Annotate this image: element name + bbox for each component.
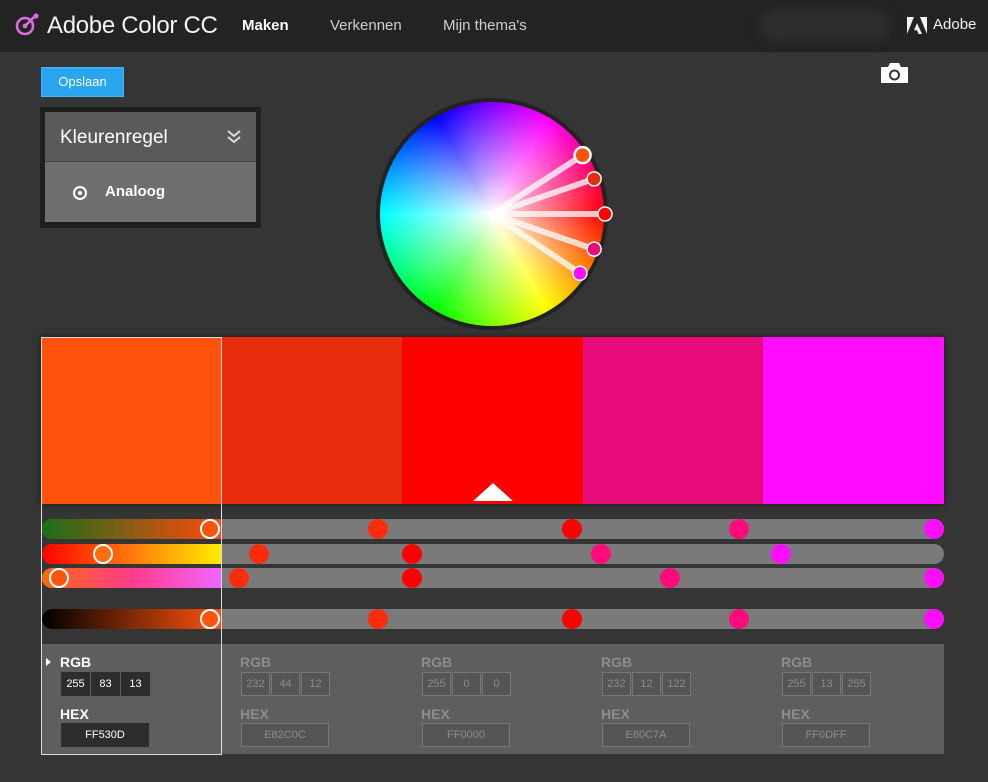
rgb-b-field[interactable]: 0 xyxy=(482,672,511,696)
slider-handle[interactable] xyxy=(660,568,680,588)
slider-fill-1 xyxy=(42,519,222,539)
slider-handle[interactable] xyxy=(368,609,388,629)
rgb-r-field[interactable]: 255 xyxy=(782,672,811,696)
slider-handle[interactable] xyxy=(729,609,749,629)
color-values-column: RGB 255 0 0 HEX FF0000 xyxy=(402,644,582,754)
rgb-label: RGB xyxy=(601,654,633,670)
radio-selected-icon[interactable] xyxy=(73,186,87,200)
rgb-label: RGB xyxy=(60,654,92,670)
hex-field[interactable]: FF0DFF xyxy=(782,723,870,747)
hex-label: HEX xyxy=(781,706,810,722)
hex-field[interactable]: FF530D xyxy=(61,723,149,747)
color-rule-panel: Kleurenregel Analoog xyxy=(40,107,261,228)
hex-field[interactable]: FF0000 xyxy=(422,723,510,747)
top-bar: Adobe Color CC Maken Verkennen Mijn them… xyxy=(0,0,988,52)
rgb-b-field[interactable]: 13 xyxy=(121,672,150,696)
wheel-handle[interactable] xyxy=(586,241,602,257)
color-rule-option-label: Analoog xyxy=(105,183,165,200)
swatch[interactable] xyxy=(402,337,583,504)
swatch[interactable] xyxy=(763,337,944,504)
hex-label: HEX xyxy=(60,706,89,722)
swatch[interactable] xyxy=(582,337,764,504)
slider-track-3[interactable] xyxy=(42,568,944,588)
slider-handle[interactable] xyxy=(591,544,611,564)
wheel-handle-line xyxy=(489,211,583,277)
rgb-g-field[interactable]: 83 xyxy=(91,672,120,696)
slider-handle[interactable] xyxy=(924,519,944,539)
user-account-menu[interactable] xyxy=(760,10,890,42)
slider-handle[interactable] xyxy=(200,519,220,539)
slider-handle[interactable] xyxy=(200,609,220,629)
slider-handle[interactable] xyxy=(924,568,944,588)
slider-track-brightness[interactable] xyxy=(42,609,944,629)
nav-verkennen[interactable]: Verkennen xyxy=(330,17,402,34)
wheel-handle[interactable] xyxy=(586,171,602,187)
swatch[interactable] xyxy=(221,337,403,504)
color-values-panel: RGB 255 83 13 HEX FF530D RGB 232 44 12 H… xyxy=(41,644,944,754)
slider-handle[interactable] xyxy=(229,568,249,588)
slider-fill-brightness xyxy=(42,609,222,629)
rgb-b-field[interactable]: 255 xyxy=(842,672,871,696)
wheel-handle[interactable] xyxy=(573,145,592,165)
slider-handle[interactable] xyxy=(402,544,422,564)
app-title[interactable]: Adobe Color CC xyxy=(47,12,218,40)
slider-handle[interactable] xyxy=(49,568,69,588)
rgb-label: RGB xyxy=(240,654,272,670)
slider-fill-2 xyxy=(42,544,222,564)
color-rule-title: Kleurenregel xyxy=(60,127,168,148)
slider-handle[interactable] xyxy=(562,519,582,539)
color-rule-option-analoog[interactable]: Analoog xyxy=(45,162,256,222)
rgb-r-field[interactable]: 255 xyxy=(422,672,451,696)
theme-swatches xyxy=(41,337,944,504)
slider-handle[interactable] xyxy=(562,609,582,629)
color-values-column: RGB 232 12 122 HEX E80C7A xyxy=(582,644,762,754)
chevron-double-down-icon[interactable] xyxy=(226,128,242,144)
expand-arrow-icon[interactable] xyxy=(46,658,51,666)
slider-handle[interactable] xyxy=(249,544,269,564)
hex-label: HEX xyxy=(240,706,269,722)
rgb-g-field[interactable]: 0 xyxy=(452,672,481,696)
color-values-column: RGB 255 83 13 HEX FF530D xyxy=(41,644,221,754)
hex-label: HEX xyxy=(601,706,630,722)
slider-handle[interactable] xyxy=(924,609,944,629)
slider-handle[interactable] xyxy=(93,544,113,564)
rgb-g-field[interactable]: 13 xyxy=(812,672,841,696)
rgb-r-field[interactable]: 232 xyxy=(602,672,631,696)
slider-track-1[interactable] xyxy=(42,519,944,539)
adobe-color-logo-icon[interactable] xyxy=(14,12,40,38)
hex-field[interactable]: E82C0C xyxy=(241,723,329,747)
save-button[interactable]: Opslaan xyxy=(41,67,124,97)
base-color-pointer-icon xyxy=(473,483,513,501)
rgb-g-field[interactable]: 12 xyxy=(632,672,661,696)
slider-track-2[interactable] xyxy=(42,544,944,564)
wheel-handle-line xyxy=(489,211,598,253)
hex-field[interactable]: E80C7A xyxy=(602,723,690,747)
rgb-b-field[interactable]: 122 xyxy=(662,672,691,696)
rgb-b-field[interactable]: 12 xyxy=(301,672,330,696)
color-rule-header[interactable]: Kleurenregel xyxy=(45,112,256,162)
color-values-column: RGB 232 44 12 HEX E82C0C xyxy=(221,644,401,754)
adobe-brand-label[interactable]: Adobe xyxy=(933,16,976,33)
rgb-r-field[interactable]: 232 xyxy=(241,672,270,696)
adobe-logo-icon xyxy=(907,17,927,34)
rgb-r-field[interactable]: 255 xyxy=(61,672,90,696)
rgb-label: RGB xyxy=(781,654,813,670)
rgb-label: RGB xyxy=(421,654,453,670)
nav-mijn-themas[interactable]: Mijn thema's xyxy=(443,17,527,34)
slider-handle[interactable] xyxy=(771,544,791,564)
wheel-handle[interactable] xyxy=(597,206,613,222)
slider-fill-3 xyxy=(42,568,222,588)
nav-maken[interactable]: Maken xyxy=(242,17,289,34)
swatch[interactable] xyxy=(41,337,222,504)
slider-handle[interactable] xyxy=(402,568,422,588)
wheel-handle[interactable] xyxy=(572,265,588,282)
color-values-column: RGB 255 13 255 HEX FF0DFF xyxy=(762,644,942,754)
camera-icon[interactable] xyxy=(879,61,910,85)
color-wheel-handles[interactable] xyxy=(376,98,613,330)
hex-label: HEX xyxy=(421,706,450,722)
rgb-g-field[interactable]: 44 xyxy=(271,672,300,696)
slider-handle[interactable] xyxy=(729,519,749,539)
slider-handle[interactable] xyxy=(368,519,388,539)
